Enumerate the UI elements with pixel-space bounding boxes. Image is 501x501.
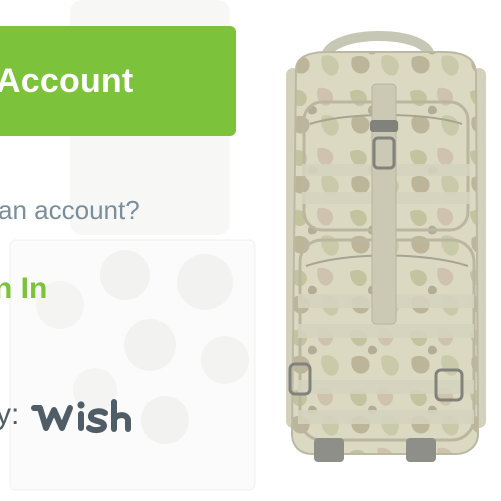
- powered-by-label: y:: [0, 398, 20, 431]
- backpack-product-image: [286, 24, 486, 470]
- create-account-button[interactable]: Account: [0, 26, 236, 136]
- create-account-label: Account: [0, 61, 134, 100]
- have-account-question: an account?: [0, 195, 140, 225]
- wish-logo: [31, 399, 131, 434]
- sign-in-link[interactable]: n In: [0, 272, 47, 306]
